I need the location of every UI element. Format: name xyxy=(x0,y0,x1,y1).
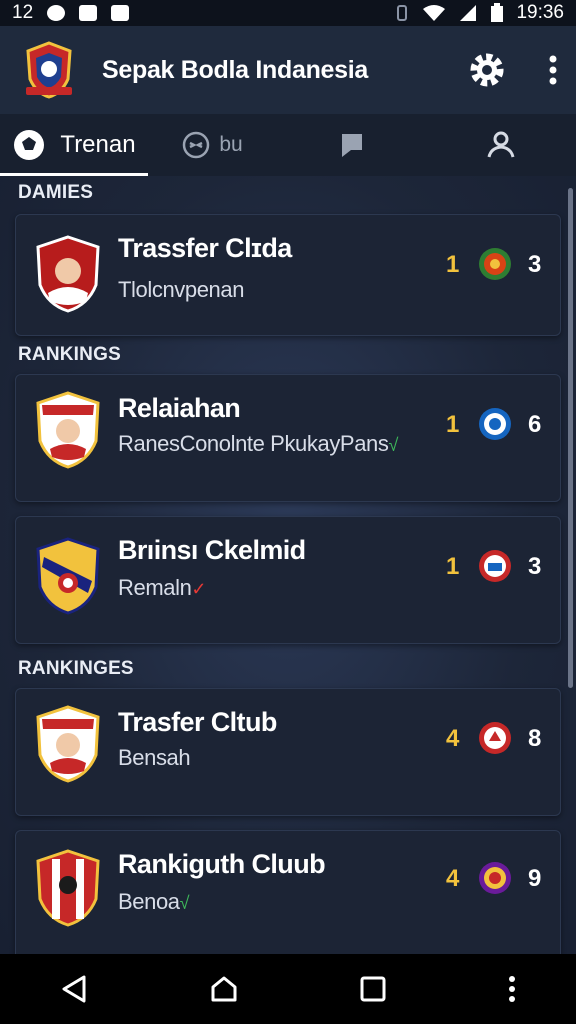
club-subtitle: Remaln✓ xyxy=(118,575,207,600)
club-crest-icon xyxy=(36,391,100,469)
opponent-badge-icon xyxy=(479,722,511,754)
status-time-left: 12 xyxy=(12,2,34,23)
list-item[interactable]: Brıinsı Ckelmid Remaln✓ 1 3 xyxy=(15,516,561,644)
vibrate-icon xyxy=(397,5,408,21)
scrollbar[interactable] xyxy=(568,188,573,688)
list-item[interactable]: Rankiguth Cluub Benoa√ 4 9 xyxy=(15,830,561,954)
status-bar: 12 19:36 xyxy=(0,0,576,26)
opponent-badge-icon xyxy=(479,248,511,280)
scoreboard-icon xyxy=(183,131,210,159)
app-bar: Sepak Bodlа Indanesia xyxy=(0,26,576,114)
rank-value: 1 xyxy=(446,251,460,278)
club-name: Relаiahan xyxy=(118,393,241,423)
rank-value: 4 xyxy=(446,865,460,892)
score-value: 3 xyxy=(528,553,542,580)
profile-icon xyxy=(487,131,515,158)
section-header-rankings: RANKINGS xyxy=(18,344,121,365)
club-crest-icon xyxy=(36,235,100,313)
club-subtitle: Bensah xyxy=(118,745,191,770)
club-subtitle: RanesConolnte PkukayPans√ xyxy=(118,431,398,456)
overflow-menu-icon[interactable] xyxy=(548,54,558,86)
list-item[interactable]: Trasfer Cltub Bensah 4 8 xyxy=(15,688,561,816)
score-value: 3 xyxy=(528,251,542,278)
score-value: 9 xyxy=(528,865,542,892)
ball-icon xyxy=(14,130,45,160)
tab-scores-label: bu xyxy=(219,133,243,156)
federation-logo xyxy=(26,41,72,99)
rank-value: 1 xyxy=(446,553,460,580)
settings-gear-icon[interactable] xyxy=(466,49,508,91)
notification-icon xyxy=(47,5,66,21)
back-icon[interactable] xyxy=(60,974,88,1004)
club-crest-icon xyxy=(36,705,100,783)
battery-icon xyxy=(491,3,504,22)
opponent-badge-icon xyxy=(479,550,511,582)
rank-value: 4 xyxy=(446,725,460,752)
section-header-games: DAMIES xyxy=(18,182,94,203)
score-value: 8 xyxy=(528,725,542,752)
opponent-badge-icon xyxy=(479,862,511,894)
status-clock: 19:36 xyxy=(516,2,564,23)
app-title: Sepak Bodlа Indanesia xyxy=(102,55,369,84)
tab-bar: Trenan bu xyxy=(0,114,576,176)
rank-value: 1 xyxy=(446,411,460,438)
club-name: Trassfer Clɪda xyxy=(118,233,292,263)
tab-trending[interactable]: Trenan xyxy=(0,114,148,176)
opponent-badge-icon xyxy=(479,408,511,440)
club-name: Brıinsı Ckelmid xyxy=(118,535,306,565)
tab-news[interactable] xyxy=(276,114,426,176)
signal-icon xyxy=(460,5,477,21)
club-subtitle: Benoa√ xyxy=(118,889,190,914)
recents-icon[interactable] xyxy=(359,975,387,1003)
tab-profile[interactable] xyxy=(426,114,576,176)
list-item[interactable]: Relаiahan RanesConolnte PkukayPans√ 1 6 xyxy=(15,374,561,502)
club-crest-icon xyxy=(36,849,100,927)
club-name: Rankiguth Cluub xyxy=(118,849,326,879)
tab-scores[interactable]: bu xyxy=(148,114,276,176)
system-navigation-bar xyxy=(0,954,576,1024)
section-header-rankings-2: RANKINGES xyxy=(18,658,134,679)
score-value: 6 xyxy=(528,411,542,438)
home-icon[interactable] xyxy=(209,974,239,1004)
tab-trending-label: Trenan xyxy=(60,131,136,158)
club-name: Trasfer Cltub xyxy=(118,707,277,737)
club-subtitle: Tlolcnvpenan xyxy=(118,277,245,302)
wifi-icon xyxy=(423,5,446,21)
app-notification-icon xyxy=(79,5,98,21)
message-notification-icon xyxy=(111,5,130,21)
list-item[interactable]: Trassfer Clɪda Tlolcnvpenan 1 3 xyxy=(15,214,561,336)
club-crest-icon xyxy=(36,537,100,615)
content-list[interactable]: DAMIES Trassfer Clɪda Tlolcnvpenan 1 3 R… xyxy=(0,176,576,954)
flag-icon xyxy=(340,134,362,157)
nav-menu-icon[interactable] xyxy=(508,975,516,1003)
